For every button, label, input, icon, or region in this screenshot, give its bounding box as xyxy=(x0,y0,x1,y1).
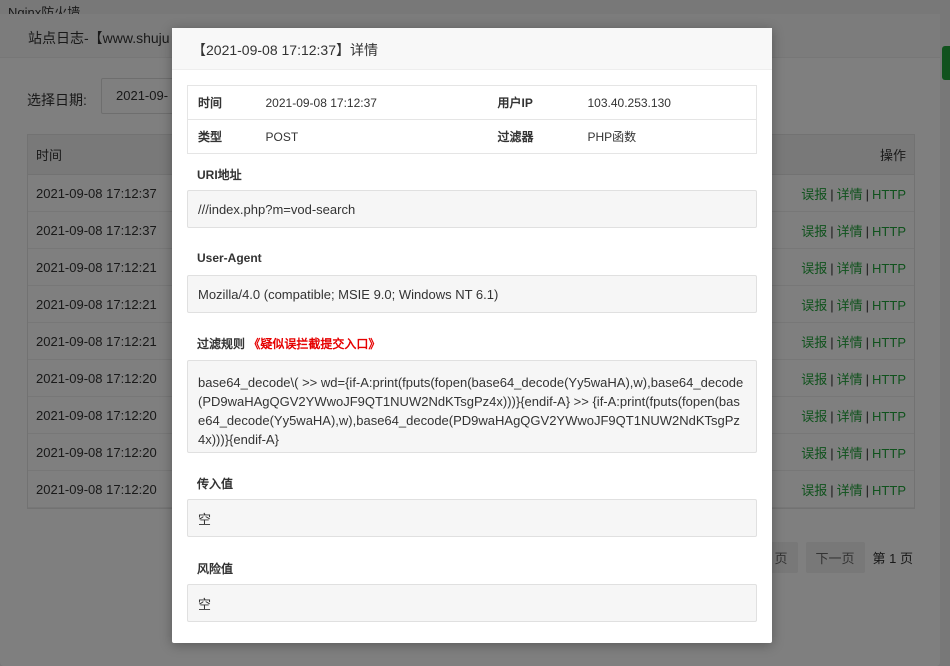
input-value-label: 传入值 xyxy=(197,477,234,491)
uri-label: URI地址 xyxy=(197,168,242,182)
type-value: POST xyxy=(255,119,488,154)
time-label: 时间 xyxy=(198,96,223,110)
user-ip-label: 用户IP xyxy=(497,96,533,110)
detail-info-table: 时间 2021-09-08 17:12:37 用户IP 103.40.253.1… xyxy=(187,85,757,154)
type-label: 类型 xyxy=(187,119,256,154)
filter-label: 过滤器 xyxy=(487,119,578,154)
detail-title: 【2021-09-08 17:12:37】详情 xyxy=(172,28,772,70)
input-value-box: 空 xyxy=(187,499,757,537)
filter-rule-warning: 《疑似误拦截提交入口》 xyxy=(248,337,381,351)
filter-rule-title: 过滤规则 xyxy=(197,337,246,351)
user-agent-box: Mozilla/4.0 (compatible; MSIE 9.0; Windo… xyxy=(187,275,757,313)
detail-modal: 【2021-09-08 17:12:37】详情 时间 2021-09-08 17… xyxy=(172,28,772,643)
filter-rule-box: base64_decode\( >> wd={if-A:print(fputs(… xyxy=(187,360,757,453)
risk-value-box: 空 xyxy=(187,584,757,622)
filter-value: PHP函数 xyxy=(577,119,757,154)
risk-value-label: 风险值 xyxy=(197,562,234,576)
filter-rule-label: 过滤规则 《疑似误拦截提交入口》 xyxy=(197,335,380,352)
user-agent-label: User-Agent xyxy=(197,251,262,265)
user-ip-value: 103.40.253.130 xyxy=(587,95,671,110)
time-value: 2021-09-08 17:12:37 xyxy=(265,95,377,110)
uri-value-box: ///index.php?m=vod-search xyxy=(187,190,757,228)
